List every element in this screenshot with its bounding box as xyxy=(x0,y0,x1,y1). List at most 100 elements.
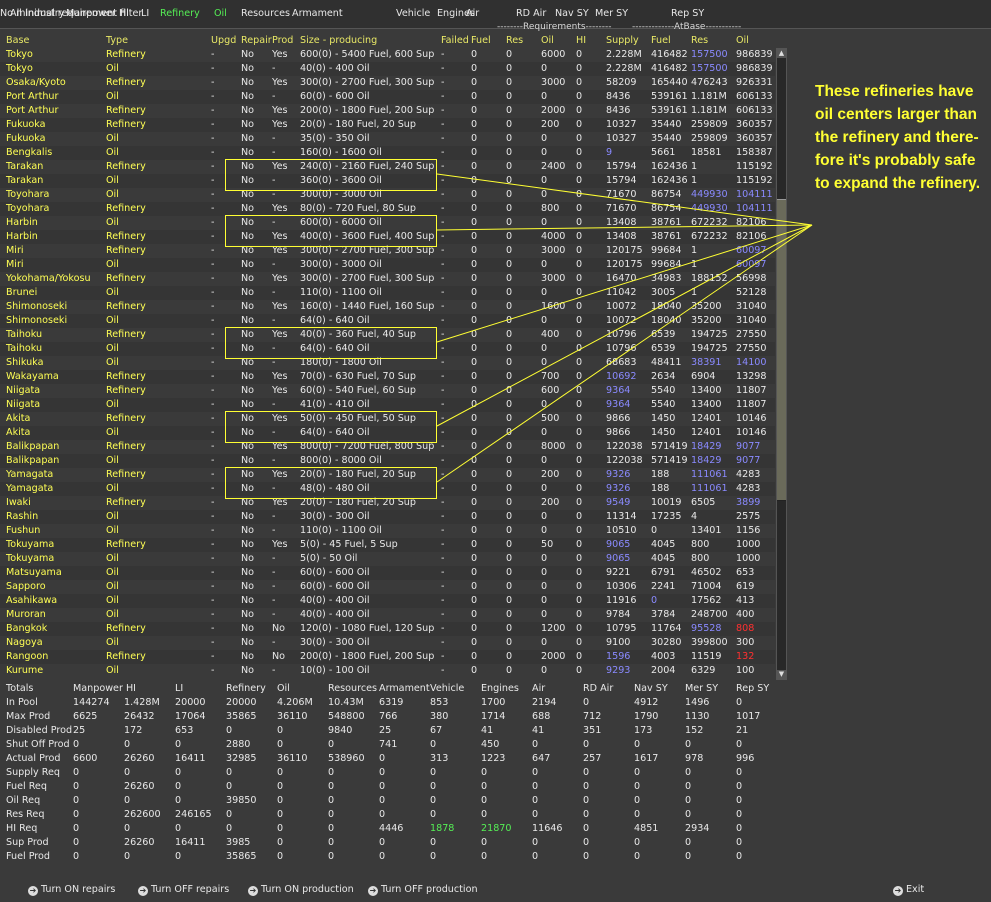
turn-on-production-label: Turn ON production xyxy=(261,884,354,895)
totals-value: 0 xyxy=(277,795,284,806)
table-row[interactable]: Fukuoka Oil - No - 35(0) - 350 Oil - 0 0 0 0 10327 3… xyxy=(0,132,775,146)
cell-res: 0 xyxy=(506,525,513,536)
tab-air[interactable]: Air xyxy=(466,8,479,19)
table-scrollbar[interactable]: ▲ ▼ xyxy=(776,48,787,680)
table-row[interactable]: Wakayama Refinery - No Yes 70(0) - 630 Fuel, … xyxy=(0,370,775,384)
totals-value: 0 xyxy=(583,851,590,862)
exit-button[interactable]: ➔ Exit xyxy=(893,884,924,896)
totals-value: 1714 xyxy=(481,711,506,722)
table-row[interactable]: Muroran Oil - No - 40(0) - 400 Oil - 0 0 0 0 9784 37… xyxy=(0,608,775,622)
cell-fuel: 99684 xyxy=(651,245,682,256)
totals-value: 0 xyxy=(685,767,692,778)
table-row[interactable]: Osaka/Kyoto Refinery - No Yes 300(0) - 2700 F… xyxy=(0,76,775,90)
table-row[interactable]: Fushun Oil - No - 110(0) - 1100 Oil - 0 0 0 0 10510… xyxy=(0,524,775,538)
table-row[interactable]: Rashin Oil - No - 30(0) - 300 Oil - 0 0 0 0 11314 17… xyxy=(0,510,775,524)
cell-upgd: - xyxy=(211,189,215,200)
totals-value: 36110 xyxy=(277,711,308,722)
table-row[interactable]: Tokyo Oil - No - 40(0) - 400 Oil - 0 0 0 0 2.228M 41… xyxy=(0,62,775,76)
tab-mer-sy[interactable]: Mer SY xyxy=(595,8,628,19)
table-row[interactable]: Port Arthur Oil - No - 60(0) - 600 Oil - 0 0 0 0 84… xyxy=(0,90,775,104)
table-row[interactable]: Shimonoseki Oil - No - 64(0) - 640 Oil - 0 0 0 0 10… xyxy=(0,314,775,328)
table-row[interactable]: Matsuyama Oil - No - 60(0) - 600 Oil - 0 0 0 0 9221… xyxy=(0,566,775,580)
cell-base: Kurume xyxy=(6,665,44,676)
cell-fuel: 34983 xyxy=(651,273,682,284)
tab-vehicle[interactable]: Vehicle xyxy=(396,8,430,19)
table-row[interactable]: Toyohara Refinery - No Yes 80(0) - 720 Fuel, … xyxy=(0,202,775,216)
cell-oil: 0 xyxy=(541,147,548,158)
turn-on-production-button[interactable]: ➔ Turn ON production xyxy=(248,884,354,896)
tab-rd-air[interactable]: RD Air xyxy=(516,8,546,19)
tab-rep-sy[interactable]: Rep SY xyxy=(671,8,704,19)
cell-hi: 0 xyxy=(576,203,583,214)
totals-row: Fuel Prod 0 0 0 35865 0 0 0 0 0 0 0 0 0 0 xyxy=(0,850,991,864)
table-row[interactable]: Sapporo Oil - No - 60(0) - 600 Oil - 0 0 0 0 10306 2… xyxy=(0,580,775,594)
cell-oil: 1200 xyxy=(541,623,566,634)
cell-oil: 606133 xyxy=(736,91,773,102)
table-row[interactable]: Niigata Oil - No - 41(0) - 410 Oil - 0 0 0 0 9364 55… xyxy=(0,398,775,412)
table-row[interactable]: Tokuyama Oil - No - 5(0) - 50 Oil - 0 0 0 0 9065 404… xyxy=(0,552,775,566)
totals-value: 0 xyxy=(736,851,743,862)
turn-on-repairs-button[interactable]: ➔ Turn ON repairs xyxy=(28,884,115,896)
cell-fuel: 6539 xyxy=(651,329,676,340)
table-row[interactable]: Tokyo Refinery - No Yes 600(0) - 5400 Fuel, 6… xyxy=(0,48,775,62)
cell-upgd: - xyxy=(211,343,215,354)
cell-res: 0 xyxy=(506,427,513,438)
tab-no-minimal-requirement-filter[interactable]: No minimal requirement filter xyxy=(0,8,142,19)
table-row[interactable]: Balikpapan Oil - No - 800(0) - 8000 Oil - 0 0 0 0 1… xyxy=(0,454,775,468)
table-row[interactable]: Fukuoka Refinery - No Yes 20(0) - 180 Fuel, 2… xyxy=(0,118,775,132)
cell-type: Refinery xyxy=(106,245,146,256)
cell-type: Refinery xyxy=(106,105,146,116)
table-row[interactable]: Kurume Oil - No - 10(0) - 100 Oil - 0 0 0 0 9293 200… xyxy=(0,664,775,678)
totals-value: 0 xyxy=(736,795,743,806)
table-row[interactable]: Bangkok Refinery - No No 120(0) - 1080 Fuel, … xyxy=(0,622,775,636)
cell-res: 0 xyxy=(506,385,513,396)
turn-off-production-button[interactable]: ➔ Turn OFF production xyxy=(368,884,478,896)
cell-oil: 31040 xyxy=(736,315,767,326)
tab-resources[interactable]: Resources xyxy=(241,8,290,19)
turn-off-repairs-button[interactable]: ➔ Turn OFF repairs xyxy=(138,884,229,896)
table-row[interactable]: Niigata Refinery - No Yes 60(0) - 540 Fuel, 6… xyxy=(0,384,775,398)
cell-oil: 4000 xyxy=(541,231,566,242)
table-row[interactable]: Bengkalis Oil - No - 160(0) - 1600 Oil - 0 0 0 0 9 5… xyxy=(0,146,775,160)
table-row[interactable]: Shimonoseki Refinery - No Yes 160(0) - 1440 F… xyxy=(0,300,775,314)
cell-prod: Yes xyxy=(272,105,288,116)
cell-failed: - xyxy=(441,483,445,494)
cell-oil: 200 xyxy=(541,469,560,480)
totals-value: 152 xyxy=(685,725,704,736)
scroll-down-icon[interactable]: ▼ xyxy=(777,670,786,679)
scroll-thumb[interactable] xyxy=(777,199,786,501)
tab-oil[interactable]: Oil xyxy=(214,8,227,19)
tab-nav-sy[interactable]: Nav SY xyxy=(555,8,589,19)
cell-res: 0 xyxy=(506,567,513,578)
totals-value: 0 xyxy=(481,837,488,848)
cell-failed: - xyxy=(441,217,445,228)
totals-value: 0 xyxy=(532,809,539,820)
totals-row: Res Req 0 262600 246165 0 0 0 0 0 0 0 0 0 0 0 xyxy=(0,808,991,822)
table-row[interactable]: Miri Oil - No - 300(0) - 3000 Oil - 0 0 0 0 120175 9… xyxy=(0,258,775,272)
cell-size-producing: 60(0) - 600 Oil xyxy=(300,91,370,102)
cell-fuel: 6791 xyxy=(651,567,676,578)
cell-supply: 10327 xyxy=(606,119,637,130)
cell-fuel: 0 xyxy=(471,91,478,102)
cell-base: Tarakan xyxy=(6,161,44,172)
tab-refinery[interactable]: Refinery xyxy=(160,8,200,19)
table-row[interactable]: Tokuyama Refinery - No Yes 5(0) - 45 Fuel, 5 … xyxy=(0,538,775,552)
table-row[interactable]: Port Arthur Refinery - No Yes 200(0) - 1800 F… xyxy=(0,104,775,118)
totals-value: 0 xyxy=(73,739,80,750)
table-row[interactable]: Asahikawa Oil - No - 40(0) - 400 Oil - 0 0 0 0 1191… xyxy=(0,594,775,608)
totals-value: 21870 xyxy=(481,823,512,834)
arrow-right-icon: ➔ xyxy=(368,886,378,896)
tab-armament[interactable]: Armament xyxy=(292,8,343,19)
arrow-right-icon: ➔ xyxy=(28,886,38,896)
table-row[interactable]: Brunei Oil - No - 110(0) - 1100 Oil - 0 0 0 0 11042… xyxy=(0,286,775,300)
totals-value: 0 xyxy=(634,781,641,792)
table-row[interactable]: Rangoon Refinery - No No 200(0) - 1800 Fuel, … xyxy=(0,650,775,664)
cell-oil: 3000 xyxy=(541,273,566,284)
totals-value: 0 xyxy=(532,851,539,862)
table-row[interactable]: Nagoya Oil - No - 30(0) - 300 Oil - 0 0 0 0 9100 302… xyxy=(0,636,775,650)
totals-value: 1878 xyxy=(430,823,455,834)
totals-value: 0 xyxy=(532,837,539,848)
table-row[interactable]: Yokohama/Yokosu Refinery - No Yes 300(0) - 27… xyxy=(0,272,775,286)
cell-type: Oil xyxy=(106,133,119,144)
scroll-up-icon[interactable]: ▲ xyxy=(777,49,786,58)
